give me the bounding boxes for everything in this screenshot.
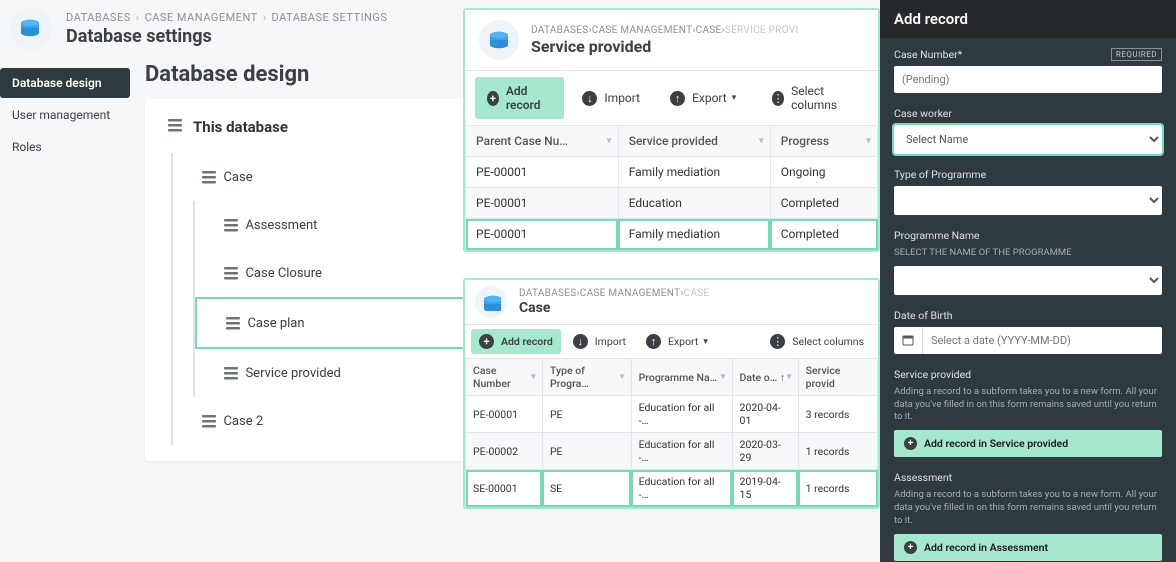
export-button[interactable]: ↑Export▾ xyxy=(638,329,716,354)
export-icon: ↑ xyxy=(670,91,685,106)
col-header[interactable]: Service provid xyxy=(798,359,877,396)
table-row[interactable]: PE-00001Family mediationCompleted xyxy=(466,219,878,250)
breadcrumb[interactable]: DATABASES›CASE MANAGEMENT›CASE›SERVICE P… xyxy=(531,25,799,36)
table-row[interactable]: PE-00001Family mediationOngoing xyxy=(466,157,878,188)
db-logo-icon xyxy=(475,286,507,318)
add-record-button[interactable]: +Add record xyxy=(471,329,561,354)
programme-name-hint: SELECT THE NAME OF THE PROGRAMME xyxy=(894,247,1162,260)
db-logo-icon xyxy=(479,20,519,60)
dob-input[interactable] xyxy=(923,327,1162,354)
assessment-label: Assessment xyxy=(894,471,1162,484)
form-icon xyxy=(165,115,183,139)
export-icon: ↑ xyxy=(646,334,661,349)
nav-database-design[interactable]: Database design xyxy=(0,68,130,98)
import-icon: ↓ xyxy=(582,91,597,106)
subform-hint: Adding a record to a subform takes you t… xyxy=(894,386,1162,424)
calendar-icon[interactable] xyxy=(894,327,923,354)
programme-type-label: Type of Programme xyxy=(894,168,1162,181)
drawer-title: Add record xyxy=(880,0,1176,38)
breadcrumb[interactable]: DATABASES›CASE MANAGEMENT›CASE xyxy=(519,288,710,299)
add-record-service-button[interactable]: +Add record in Service provided xyxy=(894,430,1162,457)
table-row[interactable]: PE-00002PEEducation for all -…2020-03-29… xyxy=(466,433,878,470)
col-header[interactable]: Progress▾ xyxy=(770,126,877,157)
add-record-assessment-button[interactable]: +Add record in Assessment xyxy=(894,534,1162,561)
col-header[interactable]: Date o… ↑▾ xyxy=(732,359,798,396)
select-columns-button[interactable]: ⋮Select columns xyxy=(762,329,872,354)
case-table: Case Number▾ Type of Progra…▾ Programme … xyxy=(465,358,878,507)
case-number-label: Case Number*REQUIRED xyxy=(894,48,1162,61)
subform-hint: Adding a record to a subform takes you t… xyxy=(894,489,1162,527)
table-row[interactable]: SE-00001SEEducation for all -…2019-04-15… xyxy=(466,470,878,507)
dob-label: Date of Birth xyxy=(894,309,1162,322)
programme-type-select[interactable] xyxy=(894,186,1162,215)
plus-icon: + xyxy=(487,91,499,106)
required-badge: REQUIRED xyxy=(1111,48,1162,61)
col-header[interactable]: Programme Na…▾ xyxy=(631,359,732,396)
page-title: Database settings xyxy=(66,26,387,47)
filter-icon[interactable]: ▾ xyxy=(531,372,536,383)
export-button[interactable]: ↑Export▾ xyxy=(658,84,748,113)
caret-down-icon: ▾ xyxy=(703,337,708,347)
caret-down-icon: ▾ xyxy=(732,93,737,103)
import-button[interactable]: ↓Import xyxy=(570,84,652,113)
col-header[interactable]: Parent Case Nu…▾ xyxy=(466,126,619,157)
import-icon: ↓ xyxy=(573,334,588,349)
filter-icon[interactable]: ▾ xyxy=(787,372,792,383)
filter-icon[interactable]: ▾ xyxy=(607,136,612,147)
add-record-drawer: Add record Case Number*REQUIRED Case wor… xyxy=(880,0,1176,562)
nav-roles[interactable]: Roles xyxy=(0,132,130,162)
import-button[interactable]: ↓Import xyxy=(565,329,634,354)
case-worker-label: Case worker xyxy=(894,107,1162,120)
programme-name-select[interactable] xyxy=(894,266,1162,295)
breadcrumb[interactable]: DATABASES›CASE MANAGEMENT›DATABASE SETTI… xyxy=(66,11,387,24)
table-row[interactable]: PE-00001EducationCompleted xyxy=(466,188,878,219)
col-header[interactable]: Type of Progra…▾ xyxy=(542,359,631,396)
plus-icon: + xyxy=(904,541,917,554)
columns-icon: ⋮ xyxy=(772,91,784,106)
panel-service-provided: DATABASES›CASE MANAGEMENT›CASE›SERVICE P… xyxy=(463,8,880,252)
col-header[interactable]: Case Number▾ xyxy=(466,359,543,396)
filter-icon[interactable]: ▾ xyxy=(866,136,871,147)
plus-icon: + xyxy=(904,437,917,450)
columns-icon: ⋮ xyxy=(770,334,785,349)
table-row[interactable]: PE-00001PEEducation for all -…2020-04-01… xyxy=(466,396,878,433)
panel-title: Service provided xyxy=(531,37,799,56)
case-number-input[interactable] xyxy=(894,66,1162,93)
service-table: Parent Case Nu…▾ Service provided▾ Progr… xyxy=(465,125,878,250)
select-columns-button[interactable]: ⋮Select columns xyxy=(760,77,868,119)
panel-case: DATABASES›CASE MANAGEMENT›CASE Case +Add… xyxy=(463,278,880,509)
programme-name-label: Programme Name xyxy=(894,229,1162,242)
filter-icon[interactable]: ▾ xyxy=(721,372,726,383)
nav-user-management[interactable]: User management xyxy=(0,100,130,130)
panel-title: Case xyxy=(519,300,710,316)
filter-icon[interactable]: ▾ xyxy=(759,136,764,147)
db-logo xyxy=(10,8,52,50)
col-header[interactable]: Service provided▾ xyxy=(618,126,770,157)
service-provided-label: Service provided xyxy=(894,368,1162,381)
filter-icon[interactable]: ▾ xyxy=(620,372,625,383)
this-database-label: This database xyxy=(193,118,288,136)
case-worker-select[interactable]: Select Name xyxy=(894,125,1162,154)
plus-icon: + xyxy=(479,334,494,349)
add-record-button[interactable]: +Add record xyxy=(475,77,564,119)
side-nav: Database design User management Roles xyxy=(0,58,130,481)
